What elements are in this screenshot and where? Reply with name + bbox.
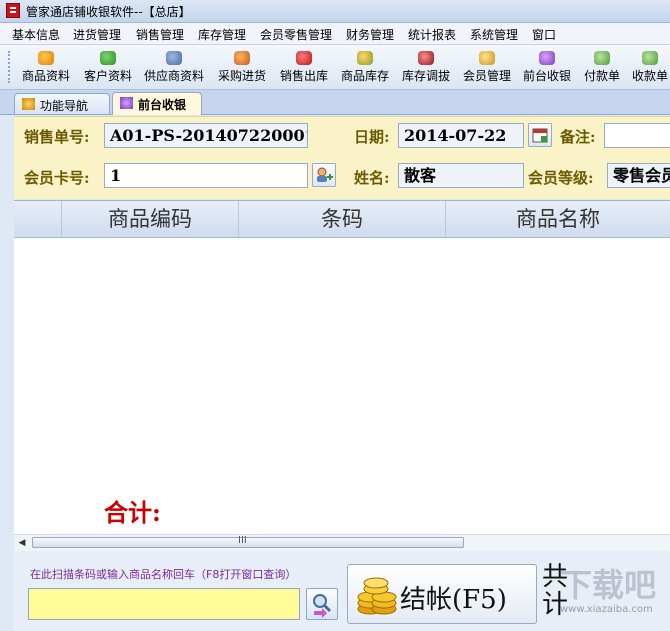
date-label: 日期: — [354, 128, 390, 146]
member-level-field[interactable]: 零售会员 — [607, 163, 670, 188]
toolbar-customer-info-button[interactable]: 客户资料 — [82, 47, 134, 87]
tab-strip: 功能导航 前台收银 — [0, 90, 670, 115]
row-indicator-header — [14, 201, 62, 237]
order-number-label: 销售单号: — [24, 128, 90, 146]
payment-icon — [594, 51, 610, 65]
calendar-icon — [532, 128, 548, 143]
truck-icon — [234, 51, 250, 65]
scan-input[interactable] — [28, 588, 300, 620]
toolbar: 商品资料 客户资料 供应商资料 采购进货 销售出库 商品库存 库存调拔 会员管理… — [0, 45, 670, 90]
checkout-label: 结帐(F5) — [400, 585, 507, 615]
title-bar: 管家通店铺收银软件--【总店】 — [0, 0, 670, 23]
horizontal-scrollbar[interactable]: ◀ III — [14, 534, 670, 551]
cashier-icon — [120, 97, 133, 109]
tab-navigation[interactable]: 功能导航 — [14, 93, 110, 114]
tab-cashier[interactable]: 前台收银 — [112, 92, 202, 115]
column-header-barcode[interactable]: 条码 — [239, 201, 446, 237]
note-field[interactable] — [604, 123, 670, 148]
cart-icon — [296, 51, 312, 65]
menu-inventory[interactable]: 库存管理 — [198, 26, 246, 43]
toolbar-purchase-button[interactable]: 采购进货 — [216, 47, 268, 87]
menu-purchase[interactable]: 进货管理 — [73, 26, 121, 43]
toolbar-grip[interactable] — [8, 51, 13, 83]
scan-hint: 在此扫描条码或输入商品名称回车（F8打开窗口查询） — [30, 568, 297, 581]
product-icon — [38, 51, 54, 65]
toolbar-transfer-button[interactable]: 库存调拔 — [400, 47, 452, 87]
scroll-left-arrow[interactable]: ◀ — [16, 537, 28, 549]
member-lookup-icon — [317, 167, 333, 182]
navigation-icon — [22, 98, 35, 110]
item-grid: 商品编码 条码 商品名称 合计: ◀ III — [14, 200, 670, 551]
toolbar-receipt-button[interactable]: 收款单 — [630, 47, 670, 87]
search-button[interactable] — [306, 588, 338, 620]
column-header-product-name[interactable]: 商品名称 — [446, 201, 670, 237]
customer-icon — [100, 51, 116, 65]
menu-window[interactable]: 窗口 — [532, 26, 556, 43]
toolbar-sales-out-button[interactable]: 销售出库 — [278, 47, 330, 87]
toolbar-member-button[interactable]: 会员管理 — [461, 47, 513, 87]
total-label: 合计: — [104, 498, 161, 527]
name-label: 姓名: — [354, 169, 390, 187]
menu-finance[interactable]: 财务管理 — [346, 26, 394, 43]
toolbar-product-info-button[interactable]: 商品资料 — [20, 47, 72, 87]
column-header-product-code[interactable]: 商品编码 — [62, 201, 239, 237]
toolbar-supplier-info-button[interactable]: 供应商资料 — [143, 47, 205, 87]
menu-bar: 基本信息 进货管理 销售管理 库存管理 会员零售管理 财务管理 统计报表 系统管… — [0, 23, 670, 45]
member-card-label: 会员卡号: — [24, 169, 90, 187]
toolbar-cashier-button[interactable]: 前台收银 — [521, 47, 573, 87]
calendar-button[interactable] — [528, 123, 552, 147]
menu-basic-info[interactable]: 基本信息 — [12, 26, 60, 43]
watermark-text: 下载吧 — [560, 566, 657, 604]
sales-form: 销售单号: A01-PS-201407220001 日期: 2014-07-22… — [14, 116, 670, 199]
member-lookup-button[interactable] — [312, 163, 336, 187]
member-level-label: 会员等级: — [528, 169, 594, 187]
supplier-icon — [166, 51, 182, 65]
transfer-icon — [418, 51, 434, 65]
scroll-grip: III — [238, 535, 247, 546]
date-field[interactable]: 2014-07-22 — [398, 123, 524, 148]
checkout-button[interactable]: 结帐(F5) — [347, 564, 537, 624]
watermark-url: www.xiazaiba.com — [560, 604, 653, 615]
member-card-field[interactable]: 1 — [104, 163, 308, 188]
coins-icon — [357, 577, 397, 615]
note-label: 备注: — [560, 128, 596, 146]
app-icon — [6, 3, 20, 18]
menu-reports[interactable]: 统计报表 — [408, 26, 456, 43]
name-field[interactable]: 散客 — [398, 163, 524, 188]
receipt-icon — [642, 51, 658, 65]
toolbar-stock-button[interactable]: 商品库存 — [339, 47, 391, 87]
menu-member-retail[interactable]: 会员零售管理 — [260, 26, 332, 43]
grid-header: 商品编码 条码 商品名称 — [14, 201, 670, 238]
scroll-thumb[interactable]: III — [32, 535, 464, 548]
stock-icon — [357, 51, 373, 65]
member-icon — [479, 51, 495, 65]
order-number-field[interactable]: A01-PS-201407220001 — [104, 123, 308, 148]
menu-system[interactable]: 系统管理 — [470, 26, 518, 43]
window-title: 管家通店铺收银软件--【总店】 — [26, 5, 191, 19]
menu-sales[interactable]: 销售管理 — [136, 26, 184, 43]
cashier-icon — [539, 51, 555, 65]
toolbar-payment-button[interactable]: 付款单 — [582, 47, 622, 87]
search-icon — [313, 594, 332, 618]
